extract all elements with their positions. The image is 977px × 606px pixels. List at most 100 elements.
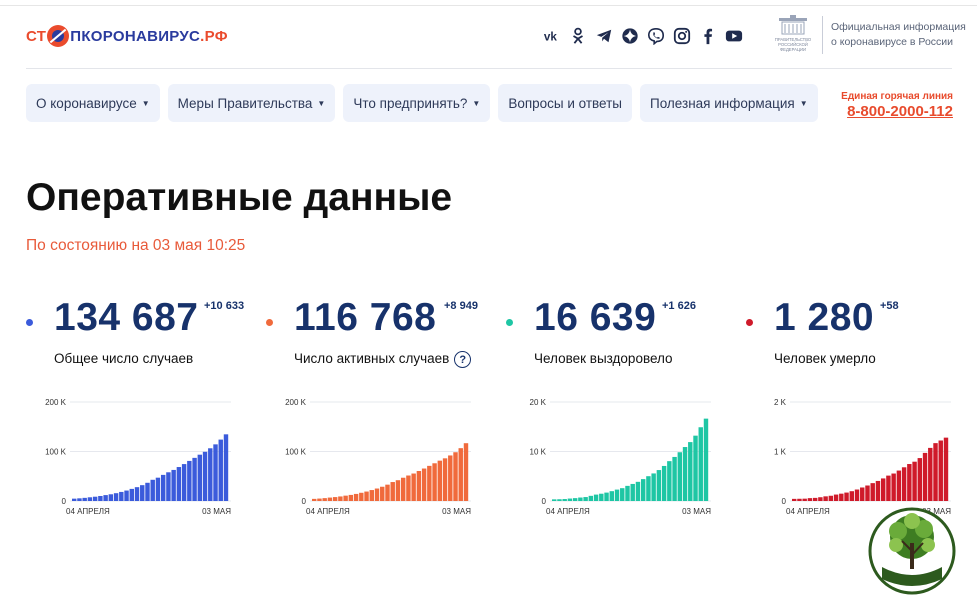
chart-bar	[202, 451, 208, 501]
y-tick-label: 1 K	[774, 448, 787, 457]
total-cases-chart: 0 100 K 200 K 04 АПРЕЛЯ 03 МАЯ	[45, 398, 231, 516]
chart-bar	[119, 491, 124, 501]
site-logo[interactable]: СТ ПКОРОНАВИРУС .РФ	[26, 24, 228, 48]
chart-bar	[828, 495, 834, 501]
page-subtitle: По состоянию на 03 мая 10:25	[26, 237, 246, 254]
chart-bar	[901, 467, 907, 501]
chart-bar	[338, 496, 343, 501]
vk-icon[interactable]: vk	[542, 26, 562, 46]
x-tick-label: 03 МАЯ	[682, 507, 711, 516]
youtube-icon[interactable]	[724, 26, 744, 46]
chart-bar	[218, 439, 223, 501]
chart-bar	[870, 483, 875, 501]
chart-bar	[213, 444, 218, 501]
chart-bar	[395, 480, 401, 501]
y-tick-label: 200 K	[285, 398, 307, 407]
stat-delta: +1 626	[662, 300, 696, 312]
logo-text-part2: ПКОРОНАВИРУС	[70, 27, 201, 45]
odnoklassniki-icon[interactable]	[568, 26, 588, 46]
chart-bar	[844, 492, 849, 501]
facebook-icon[interactable]	[698, 26, 718, 46]
instagram-icon[interactable]	[672, 26, 692, 46]
series-dot	[746, 319, 753, 326]
top-border	[0, 5, 977, 6]
chart-bar	[364, 491, 369, 501]
chart-bar	[322, 498, 327, 501]
government-caption-line2: о коронавирусе в России	[831, 36, 954, 48]
nav-item-label: Меры Правительства	[177, 95, 313, 111]
chart-bar	[698, 427, 703, 501]
stat-delta: +8 949	[444, 300, 478, 312]
chart-bar	[635, 481, 641, 501]
chart-bar	[839, 493, 844, 501]
chart-bar	[416, 471, 422, 501]
nav-item-about-coronavirus[interactable]: О коронавирусе ▼	[26, 84, 160, 122]
chart-bar	[332, 497, 338, 501]
chart-bar	[609, 491, 614, 501]
y-tick-label: 100 K	[45, 448, 67, 457]
y-tick-label: 0	[782, 497, 787, 506]
chart-bar	[150, 479, 155, 501]
page-title: Оперативные данные	[26, 176, 453, 219]
header-divider	[26, 68, 952, 69]
y-tick-label: 10 K	[530, 448, 547, 457]
chart-bar	[124, 490, 129, 501]
nav-item-useful-info[interactable]: Полезная информация ▼	[640, 84, 818, 122]
chart-bar	[463, 443, 469, 501]
help-icon[interactable]: ?	[454, 351, 472, 368]
telegram-icon[interactable]	[594, 26, 614, 46]
chart-bar	[588, 495, 594, 501]
viber-icon[interactable]	[646, 26, 666, 46]
chart-bar	[552, 499, 557, 501]
chart-bar	[197, 454, 203, 501]
chart-bar	[630, 483, 635, 501]
chart-bar	[113, 493, 119, 501]
chart-bar	[92, 496, 98, 501]
chart-bar	[108, 494, 114, 501]
yandex-zen-icon[interactable]	[620, 26, 640, 46]
chart-bar	[87, 497, 93, 501]
chart-bar	[327, 497, 333, 501]
chart-bar	[849, 491, 854, 501]
series-dot	[266, 319, 273, 326]
nav-item-government-measures[interactable]: Меры Правительства ▼	[167, 84, 336, 122]
stat-caption: Человек выздоровело	[534, 351, 673, 366]
nav-item-what-to-do[interactable]: Что предпринять? ▼	[343, 84, 491, 122]
chart-bar	[348, 494, 354, 501]
chart-bar	[390, 482, 395, 501]
chart-bar	[155, 477, 161, 501]
chart-bar	[442, 458, 448, 501]
watermark-logo	[868, 507, 956, 595]
y-tick-label: 0	[302, 497, 307, 506]
chart-bar	[646, 476, 651, 501]
divider	[822, 16, 823, 54]
chart-bar	[797, 498, 802, 501]
x-tick-label: 04 АПРЕЛЯ	[546, 507, 590, 516]
chart-bar	[578, 497, 583, 501]
chevron-down-icon: ▼	[799, 98, 808, 108]
chart-bar	[432, 463, 437, 501]
nav-item-faq[interactable]: Вопросы и ответы	[498, 84, 633, 122]
stat-active-cases: 116 768 +8 949 Число активных случаев? 0…	[266, 296, 496, 536]
chart-bar	[703, 418, 709, 501]
nav-item-label: О коронавирусе	[36, 95, 137, 111]
y-tick-label: 0	[62, 497, 67, 506]
chart-bar	[72, 498, 77, 501]
chart-bar	[922, 452, 928, 501]
chart-bar	[688, 442, 693, 501]
chart-bar	[640, 479, 646, 501]
government-info[interactable]: ПРАВИТЕЛЬСТВО РОССИЙСКОЙ ФЕДЕРАЦИИ Офици…	[770, 14, 966, 56]
hotline-number-link[interactable]: 8-800-2000-112	[841, 103, 953, 120]
stat-total-cases: 134 687 +10 633 Общее число случаев 0 100…	[26, 296, 256, 536]
chart-bar	[171, 469, 176, 501]
chart-bar	[912, 461, 917, 501]
stat-delta: +10 633	[204, 300, 245, 312]
stat-caption: Общее число случаев	[54, 351, 194, 366]
chart-bar	[812, 497, 818, 501]
chart-bar	[818, 497, 823, 501]
chart-bar	[145, 482, 150, 501]
chart-bar	[458, 448, 463, 501]
chart-bar	[917, 458, 923, 501]
chart-bar	[312, 498, 317, 501]
chart-bar	[77, 498, 82, 501]
